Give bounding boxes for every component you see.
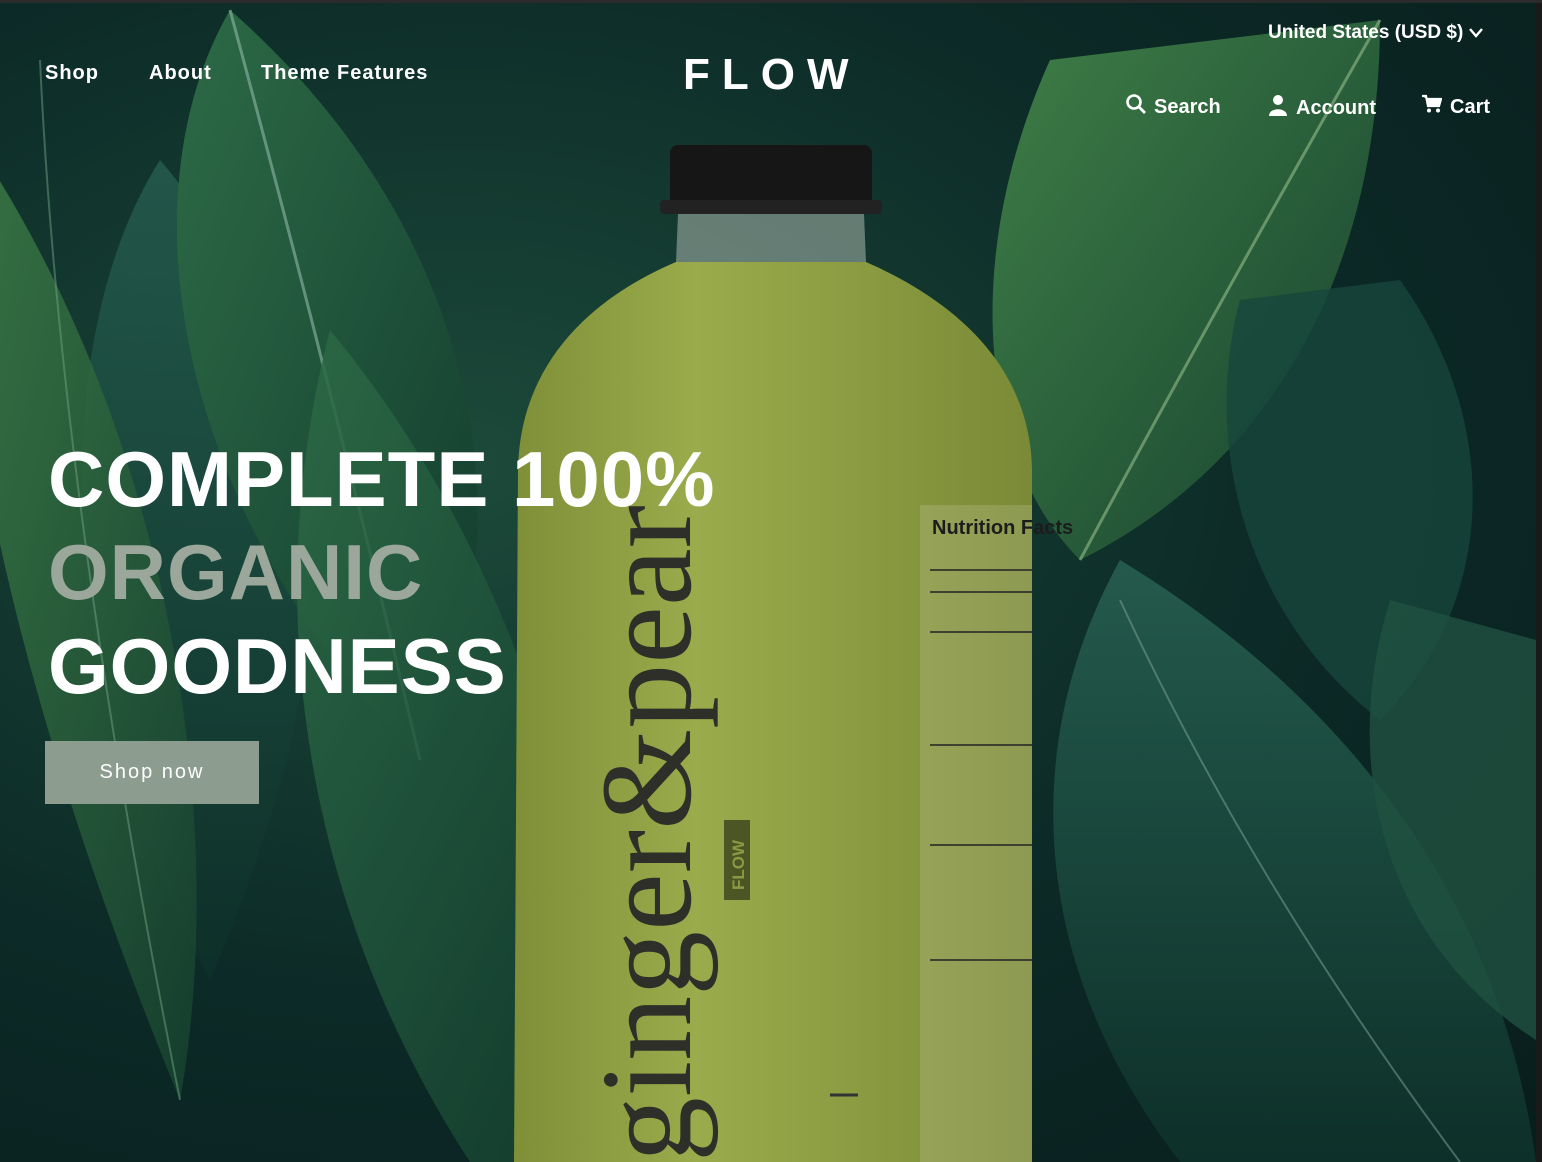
bottle-brand-text: ginger&pear (575, 505, 719, 1162)
nav-about-link[interactable]: About (149, 62, 212, 85)
search-icon (1126, 94, 1146, 120)
window-edge (1536, 0, 1542, 1162)
hero-headline-line-2: ORGANIC (48, 528, 424, 616)
window-top-border (0, 0, 1542, 3)
account-button[interactable]: Account (1268, 94, 1376, 122)
account-icon (1268, 94, 1288, 122)
cart-button[interactable]: Cart (1422, 94, 1490, 120)
chevron-down-icon (1469, 22, 1484, 44)
search-label: Search (1154, 95, 1221, 118)
nutrition-label-title: Nutrition Facts (932, 517, 1073, 539)
brand-logo[interactable]: FLOW (683, 50, 861, 100)
cart-icon (1422, 94, 1443, 120)
shop-now-button[interactable]: Shop now (45, 741, 259, 804)
currency-selector[interactable]: United States (USD $) (1268, 22, 1484, 44)
currency-label: United States (USD $) (1268, 22, 1464, 43)
bottle-tag-text: FLOW (729, 839, 748, 890)
hero-headline-line-3: GOODNESS (48, 622, 507, 710)
nav-theme-features-link[interactable]: Theme Features (261, 62, 428, 85)
account-label: Account (1296, 96, 1376, 119)
nav-shop-link[interactable]: Shop (45, 62, 99, 85)
cart-label: Cart (1450, 95, 1491, 118)
search-button[interactable]: Search (1126, 94, 1221, 120)
hero-headline-line-1: COMPLETE 100% (48, 435, 716, 523)
